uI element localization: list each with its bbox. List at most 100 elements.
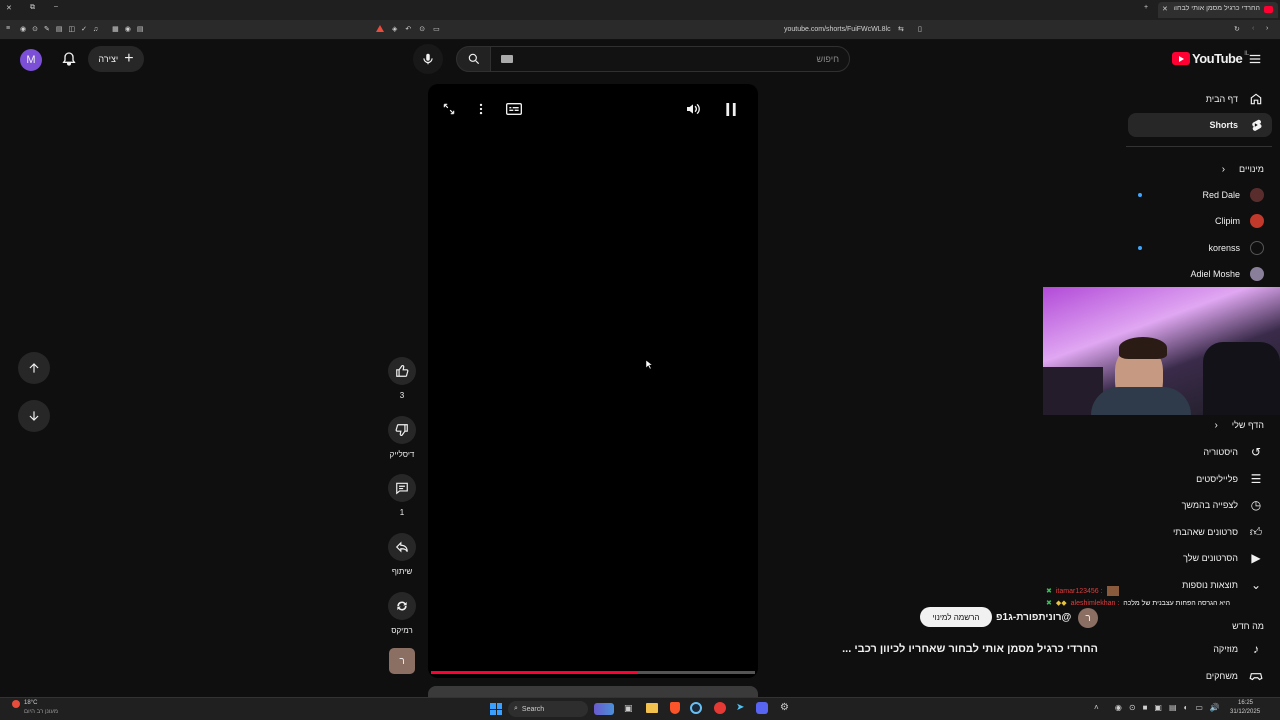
webcam-person-shirt	[1091, 387, 1191, 415]
tab-close-icon[interactable]: ✕	[1162, 5, 1168, 13]
widgets-icon[interactable]	[594, 703, 614, 715]
browser-toolbar-icons[interactable]: ◉⊙✎▤◫✓♫ ▦◉▤	[20, 25, 149, 33]
address-bar-icons[interactable]: ◈↶⊙▭	[392, 25, 448, 33]
keyboard-icon[interactable]	[501, 55, 513, 63]
subscriptions-header[interactable]: › מינויים	[1128, 157, 1272, 181]
search-button[interactable]	[456, 46, 492, 72]
you-title: הדף שלי	[1231, 420, 1264, 430]
brave-browser-icon[interactable]	[670, 702, 680, 714]
sidebar-you-item[interactable]: תוצאות נוספות ⌄	[1128, 573, 1272, 597]
sidebar-divider	[1126, 146, 1272, 147]
voice-search-mic-icon[interactable]	[413, 44, 443, 74]
comments-action[interactable]: 1	[385, 474, 419, 517]
sidebar-item-gaming[interactable]: משחקים	[1128, 664, 1272, 688]
channel-avatar[interactable]: ר	[1078, 608, 1098, 628]
youtube-logo[interactable]: YouTube IL	[1172, 51, 1249, 66]
channel-handle[interactable]: @רוניתפורת-ג1פ	[996, 612, 1071, 623]
next-short-button[interactable]	[18, 400, 50, 432]
short-title[interactable]: החרדי כרגיל מסמן אותי לבחור שאחריו לכיוו…	[806, 643, 1098, 655]
shorts-video-player[interactable]	[428, 84, 758, 678]
search-input[interactable]: חיפוש	[490, 46, 850, 72]
sidebar-item-shorts[interactable]: Shorts	[1128, 113, 1272, 137]
settings-gear-icon[interactable]: ⚙	[780, 702, 789, 713]
progress-track[interactable]	[431, 671, 755, 674]
webcam-chair	[1203, 342, 1280, 415]
sidebar-item-music[interactable]: מוזיקה ♪	[1128, 637, 1272, 661]
sidebar-you-item[interactable]: פלייליסטים ☰	[1128, 467, 1272, 491]
you-header[interactable]: › הדף שלי	[1128, 413, 1272, 437]
sidebar-subscription-item[interactable]: Adiel Moshe	[1132, 262, 1272, 286]
remix-button[interactable]	[388, 592, 416, 620]
forward-icon[interactable]: ›	[1266, 25, 1268, 32]
system-tray-icons[interactable]: ˄ ◉⊙■▣▤◐▭🔊	[1094, 703, 1227, 712]
more-options-icon[interactable]	[478, 102, 484, 116]
clock-time[interactable]: 16:25	[1238, 700, 1253, 706]
like-button[interactable]	[388, 357, 416, 385]
chevron-right-icon: ›	[1214, 419, 1218, 431]
sidebar-you-item[interactable]: לצפייה בהמשך ◷	[1128, 493, 1272, 517]
captions-icon[interactable]	[506, 102, 522, 116]
sidebar-you-item[interactable]: הסרטונים שלך ▶	[1128, 546, 1272, 570]
active-tab[interactable]: ✕ החרדי כרגיל מסמן אותי לבחור...	[1158, 2, 1278, 18]
dislike-button[interactable]	[388, 416, 416, 444]
file-explorer-icon[interactable]	[646, 703, 658, 713]
sidebar-you-item[interactable]: סרטונים שאהבתי 👍︎	[1128, 520, 1272, 544]
share-page-icon[interactable]: ⇆	[898, 25, 904, 33]
sidebar-item-label: תוצאות נוספות	[1182, 580, 1238, 590]
discord-icon[interactable]	[756, 702, 768, 714]
webcam-person-hair	[1119, 337, 1167, 359]
remix-action[interactable]: רמיקס	[385, 592, 419, 635]
minimize-icon[interactable]: –	[54, 3, 58, 10]
like-action[interactable]: 3	[385, 357, 419, 400]
telegram-icon[interactable]: ➤	[736, 702, 744, 713]
account-avatar[interactable]: M	[20, 49, 42, 71]
steam-icon[interactable]	[690, 702, 702, 714]
sidebar-you-item[interactable]: היסטוריה ↺	[1128, 440, 1272, 464]
task-view-icon[interactable]: ▣	[624, 703, 633, 714]
notifications-bell-icon[interactable]	[54, 44, 84, 74]
dislike-action[interactable]: דיסלייק	[385, 416, 419, 459]
weather-alert-icon	[12, 700, 20, 708]
home-icon	[1248, 91, 1264, 107]
share-action[interactable]: שיתוף	[385, 533, 419, 576]
comments-button[interactable]	[388, 474, 416, 502]
sidebar-subscription-item[interactable]: Red Dale	[1132, 183, 1272, 207]
share-button[interactable]	[388, 533, 416, 561]
reload-icon[interactable]: ↻	[1234, 25, 1240, 33]
clock-date[interactable]: 31/12/2025	[1230, 709, 1260, 715]
volume-icon[interactable]	[685, 102, 701, 116]
subscribe-button[interactable]: הרשמה למינוי	[920, 607, 992, 627]
youtube-play-logo-icon	[1172, 52, 1190, 65]
windows-start-icon[interactable]	[490, 703, 502, 715]
remix-label: רמיקס	[391, 626, 413, 635]
subscription-name: Adiel Moshe	[1190, 269, 1240, 279]
create-button[interactable]: יצירה +	[88, 46, 144, 72]
brave-shield-icon[interactable]	[376, 25, 384, 32]
bookmark-icon[interactable]: ▯	[918, 25, 922, 33]
sidebar-subscription-item[interactable]: korenss	[1132, 236, 1272, 260]
guide-menu-icon[interactable]	[1248, 52, 1262, 66]
your-videos-icon: ▶	[1251, 551, 1261, 565]
create-label: יצירה	[98, 54, 119, 64]
pause-icon[interactable]	[725, 103, 737, 116]
thumbs-up-icon	[396, 365, 409, 377]
app-icon[interactable]	[714, 702, 726, 714]
weather-temp[interactable]: 18°C	[24, 700, 37, 706]
new-content-dot-icon	[1138, 246, 1142, 250]
restore-icon[interactable]: ⧉	[30, 4, 35, 12]
close-window-icon[interactable]: ✕	[6, 4, 12, 12]
sidebar-subscription-item[interactable]: Clipim	[1132, 209, 1272, 233]
fullscreen-icon[interactable]	[442, 102, 456, 116]
previous-short-button[interactable]	[18, 352, 50, 384]
url-text[interactable]: youtube.com/shorts/FuiFWcWL8lc	[784, 26, 891, 33]
sidebar-item-home[interactable]: דף הבית	[1128, 87, 1272, 111]
shorts-icon	[1248, 117, 1264, 133]
sound-thumbnail[interactable]: ר	[389, 648, 415, 674]
taskbar-search[interactable]: ⌕ Search	[508, 701, 588, 717]
weather-text: מעונן רב היום	[24, 709, 58, 715]
chat-badge-icon: ✖	[1046, 600, 1052, 607]
menu-icon[interactable]: ≡	[6, 25, 10, 32]
back-icon[interactable]: ‹	[1252, 25, 1254, 32]
chat-message: ✖ itamar123456 :	[1046, 586, 1119, 596]
new-tab-icon[interactable]: +	[1144, 4, 1148, 11]
